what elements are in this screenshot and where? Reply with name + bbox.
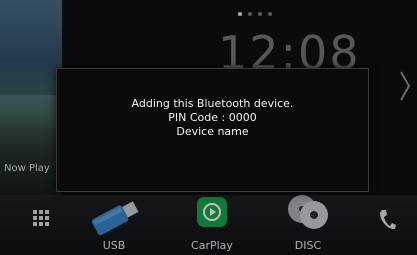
dialog-line-adding: Adding this Bluetooth device. (131, 97, 294, 110)
bluetooth-pairing-dialog: Adding this Bluetooth device. PIN Code :… (56, 68, 369, 192)
dialog-message: Adding this Bluetooth device. PIN Code :… (57, 97, 368, 139)
head-unit-screen: Now Play 12:08 USB CarPlay DISC Adding t… (0, 0, 417, 255)
dialog-line-pin-code: PIN Code : 0000 (168, 111, 257, 124)
dialog-line-device-name: Device name (176, 125, 249, 138)
